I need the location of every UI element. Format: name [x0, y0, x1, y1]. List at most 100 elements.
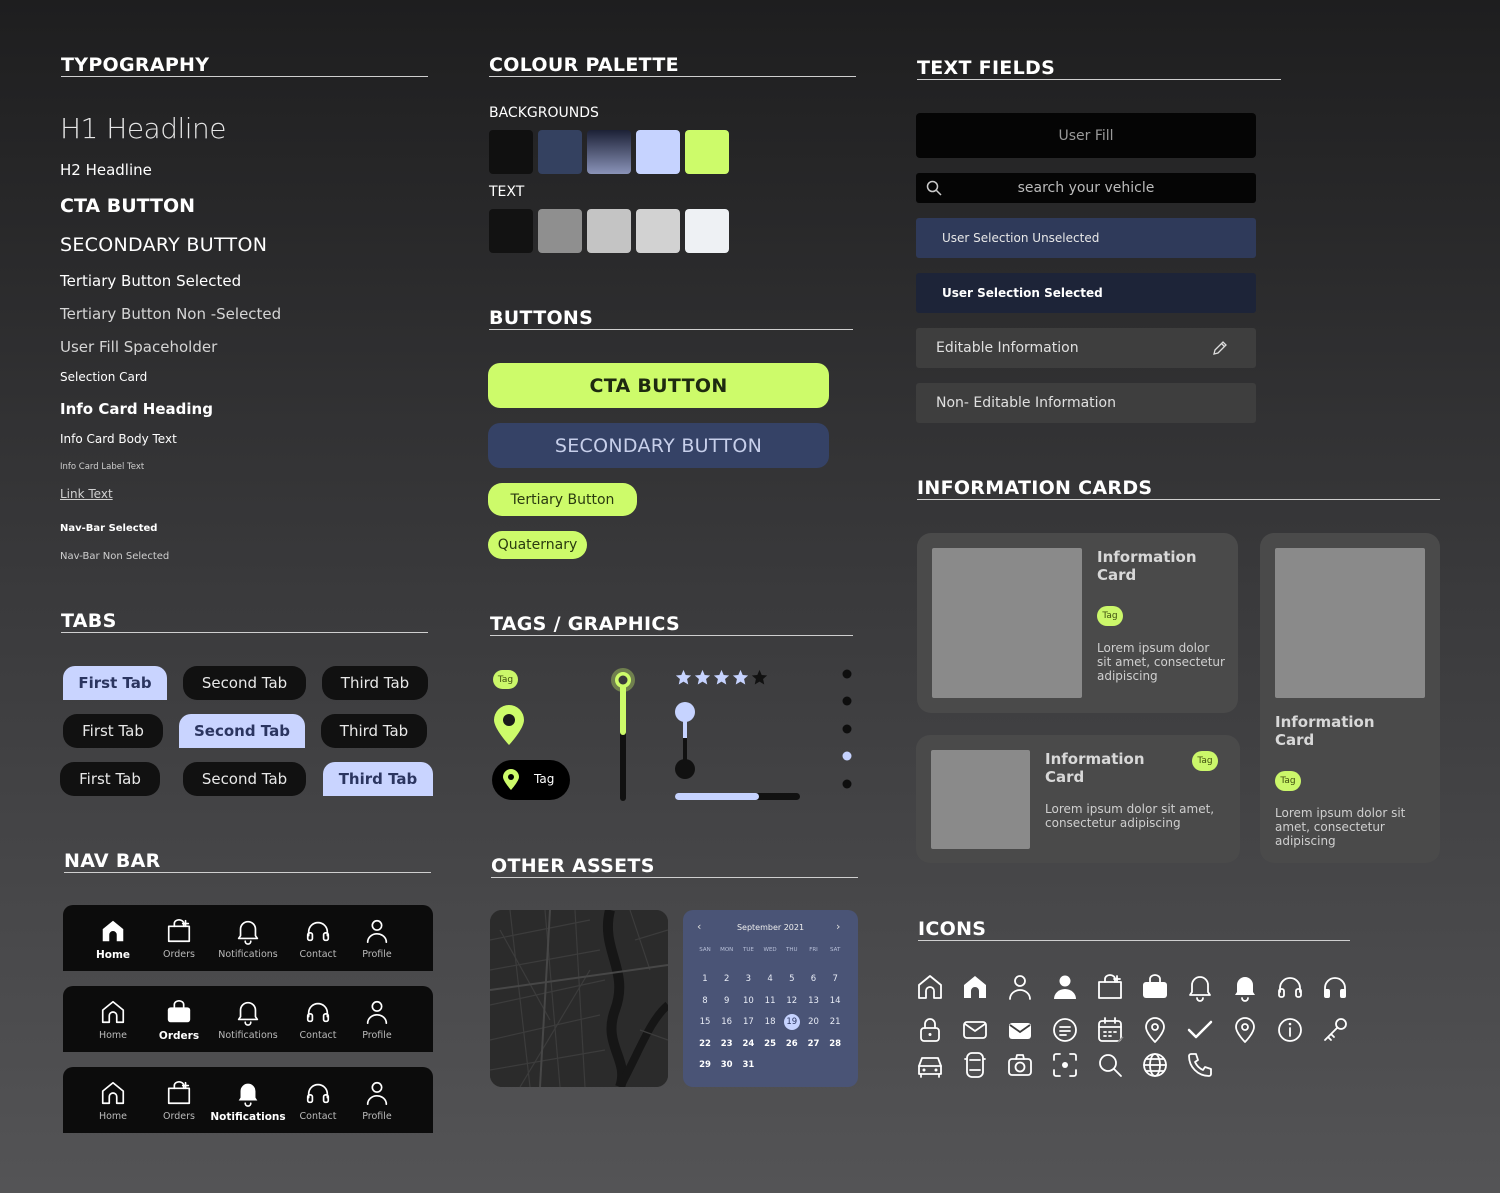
search-field[interactable]: search your vehicle [916, 173, 1256, 203]
calendar-day[interactable]: 10 [738, 993, 758, 1009]
calendar-day[interactable]: 11 [760, 993, 780, 1009]
star-icon[interactable] [675, 669, 692, 686]
nav-item-label: Notifications [218, 949, 278, 960]
calendar-day[interactable]: 25 [760, 1036, 780, 1052]
tab-first[interactable]: First Tab [63, 714, 163, 748]
info-card-horizontal[interactable]: Information Card Tag Lorem ipsum dolor s… [916, 735, 1240, 863]
calendar-day[interactable]: 20 [804, 1014, 824, 1030]
tab-third[interactable]: Third Tab [321, 714, 427, 748]
calendar-day[interactable]: 14 [825, 993, 845, 1009]
user-fill-field[interactable]: User Fill [916, 113, 1256, 158]
star-icon[interactable] [732, 669, 749, 686]
bag-add-icon [165, 1079, 193, 1107]
nav-item-notifications[interactable]: Notifications [213, 917, 283, 960]
calendar-day[interactable]: 17 [738, 1014, 758, 1030]
tab-first[interactable]: First Tab [60, 762, 160, 796]
user-outline-icon [363, 1079, 391, 1107]
star-icon[interactable] [694, 669, 711, 686]
bg-swatch-gradient [587, 130, 631, 174]
key-icon [1320, 1015, 1350, 1045]
vertical-slider[interactable] [610, 667, 636, 803]
nav-item-profile[interactable]: Profile [342, 917, 412, 960]
selection-unselected[interactable]: User Selection Unselected [916, 218, 1256, 258]
info-card-vertical[interactable]: Information Card Tag Lorem ipsum dolor s… [1260, 533, 1440, 863]
calendar-day[interactable]: 6 [804, 971, 824, 987]
pencil-icon[interactable] [1212, 340, 1228, 356]
nav-item-profile[interactable]: Profile [342, 1079, 412, 1122]
bag-filled-icon [1140, 972, 1170, 1002]
nav-item-label: Orders [158, 1030, 200, 1042]
nav-item-label: Profile [362, 1111, 392, 1122]
calendar-day[interactable]: 22 [695, 1036, 715, 1052]
calendar-day[interactable]: 5 [782, 971, 802, 987]
tag-pill[interactable]: Tag [492, 760, 570, 800]
info-body-sample: Info Card Body Text [60, 432, 177, 446]
nav-item-home[interactable]: Home [78, 1079, 148, 1122]
next-month-icon[interactable]: › [836, 920, 840, 933]
calendar-day[interactable]: 24 [738, 1036, 758, 1052]
calendar-day[interactable]: 18 [760, 1014, 780, 1030]
tab-third[interactable]: Third Tab [322, 666, 428, 700]
bg-swatch-lavender [636, 130, 680, 174]
calendar-day[interactable]: 23 [717, 1036, 737, 1052]
tertiary-non-sample: Tertiary Button Non -Selected [60, 305, 282, 323]
calendar-day[interactable]: 21 [825, 1014, 845, 1030]
nav-item-orders[interactable]: Orders [144, 917, 214, 960]
calendar-day[interactable]: 2 [717, 971, 737, 987]
typography-title: TYPOGRAPHY [61, 54, 428, 77]
calendar-day[interactable]: 15 [695, 1014, 715, 1030]
palette-title: COLOUR PALETTE [489, 54, 856, 77]
tab-second[interactable]: Second Tab [183, 762, 306, 796]
calendar-day[interactable]: 16 [717, 1014, 737, 1030]
selection-selected[interactable]: User Selection Selected [916, 273, 1256, 313]
card-body: Lorem ipsum dolor sit amet, consectetur … [1045, 802, 1215, 830]
calendar-icon [1095, 1015, 1125, 1045]
nav-bar: Home Orders Notifications Contact Profile [63, 986, 433, 1052]
cta-button[interactable]: CTA BUTTON [488, 363, 829, 408]
tab-first[interactable]: First Tab [63, 666, 167, 700]
headphones-outline-icon [304, 1079, 332, 1107]
calendar-day[interactable]: 27 [804, 1036, 824, 1052]
tab-third[interactable]: Third Tab [323, 762, 433, 796]
nav-item-orders[interactable]: Orders [144, 998, 214, 1042]
star-icon[interactable] [713, 669, 730, 686]
calendar-day-selected[interactable]: 19 [783, 1014, 800, 1030]
calendar-day[interactable]: 1 [695, 971, 715, 987]
nav-item-home[interactable]: Home [78, 998, 148, 1041]
map-thumbnail[interactable] [490, 910, 668, 1087]
link-sample[interactable]: Link Text [60, 487, 113, 501]
calendar-day[interactable]: 9 [717, 993, 737, 1009]
calendar-day[interactable]: 7 [825, 971, 845, 987]
calendar-day[interactable]: 26 [782, 1036, 802, 1052]
nav-item-notifications[interactable]: Notifications [210, 1079, 286, 1123]
secondary-button[interactable]: SECONDARY BUTTON [488, 423, 829, 468]
nav-item-label: Profile [362, 949, 392, 960]
bg-swatch-navy [538, 130, 582, 174]
calendar-day[interactable]: 12 [782, 993, 802, 1009]
calendar-day[interactable]: 3 [738, 971, 758, 987]
tab-second[interactable]: Second Tab [183, 666, 306, 700]
tab-second[interactable]: Second Tab [179, 714, 305, 748]
navbar-title: NAV BAR [64, 850, 431, 873]
star-icon[interactable] [751, 669, 768, 686]
calendar-widget[interactable]: ‹ September 2021 › SAN MON TUE WED THU FRI SAT… [683, 910, 858, 1087]
tertiary-button[interactable]: Tertiary Button [488, 483, 637, 516]
nav-item-home[interactable]: Home [78, 917, 148, 961]
calendar-day[interactable]: 28 [825, 1036, 845, 1052]
nav-item-label: Orders [163, 1111, 195, 1122]
nav-item-notifications[interactable]: Notifications [213, 998, 283, 1041]
star-rating[interactable] [675, 669, 768, 686]
calendar-day[interactable]: 31 [738, 1057, 758, 1073]
calendar-day[interactable]: 13 [804, 993, 824, 1009]
info-card-large[interactable]: Information Card Tag Lorem ipsum dolor s… [917, 533, 1238, 713]
nav-item-profile[interactable]: Profile [342, 998, 412, 1041]
editable-field[interactable]: Editable Information [916, 328, 1256, 368]
calendar-day[interactable]: 29 [695, 1057, 715, 1073]
calendar-day[interactable]: 30 [717, 1057, 737, 1073]
nav-item-label: Notifications [210, 1111, 286, 1123]
nav-item-orders[interactable]: Orders [144, 1079, 214, 1122]
pagination-dots[interactable] [841, 668, 853, 792]
calendar-day[interactable]: 4 [760, 971, 780, 987]
quaternary-button[interactable]: Quaternary [488, 531, 587, 559]
calendar-day[interactable]: 8 [695, 993, 715, 1009]
